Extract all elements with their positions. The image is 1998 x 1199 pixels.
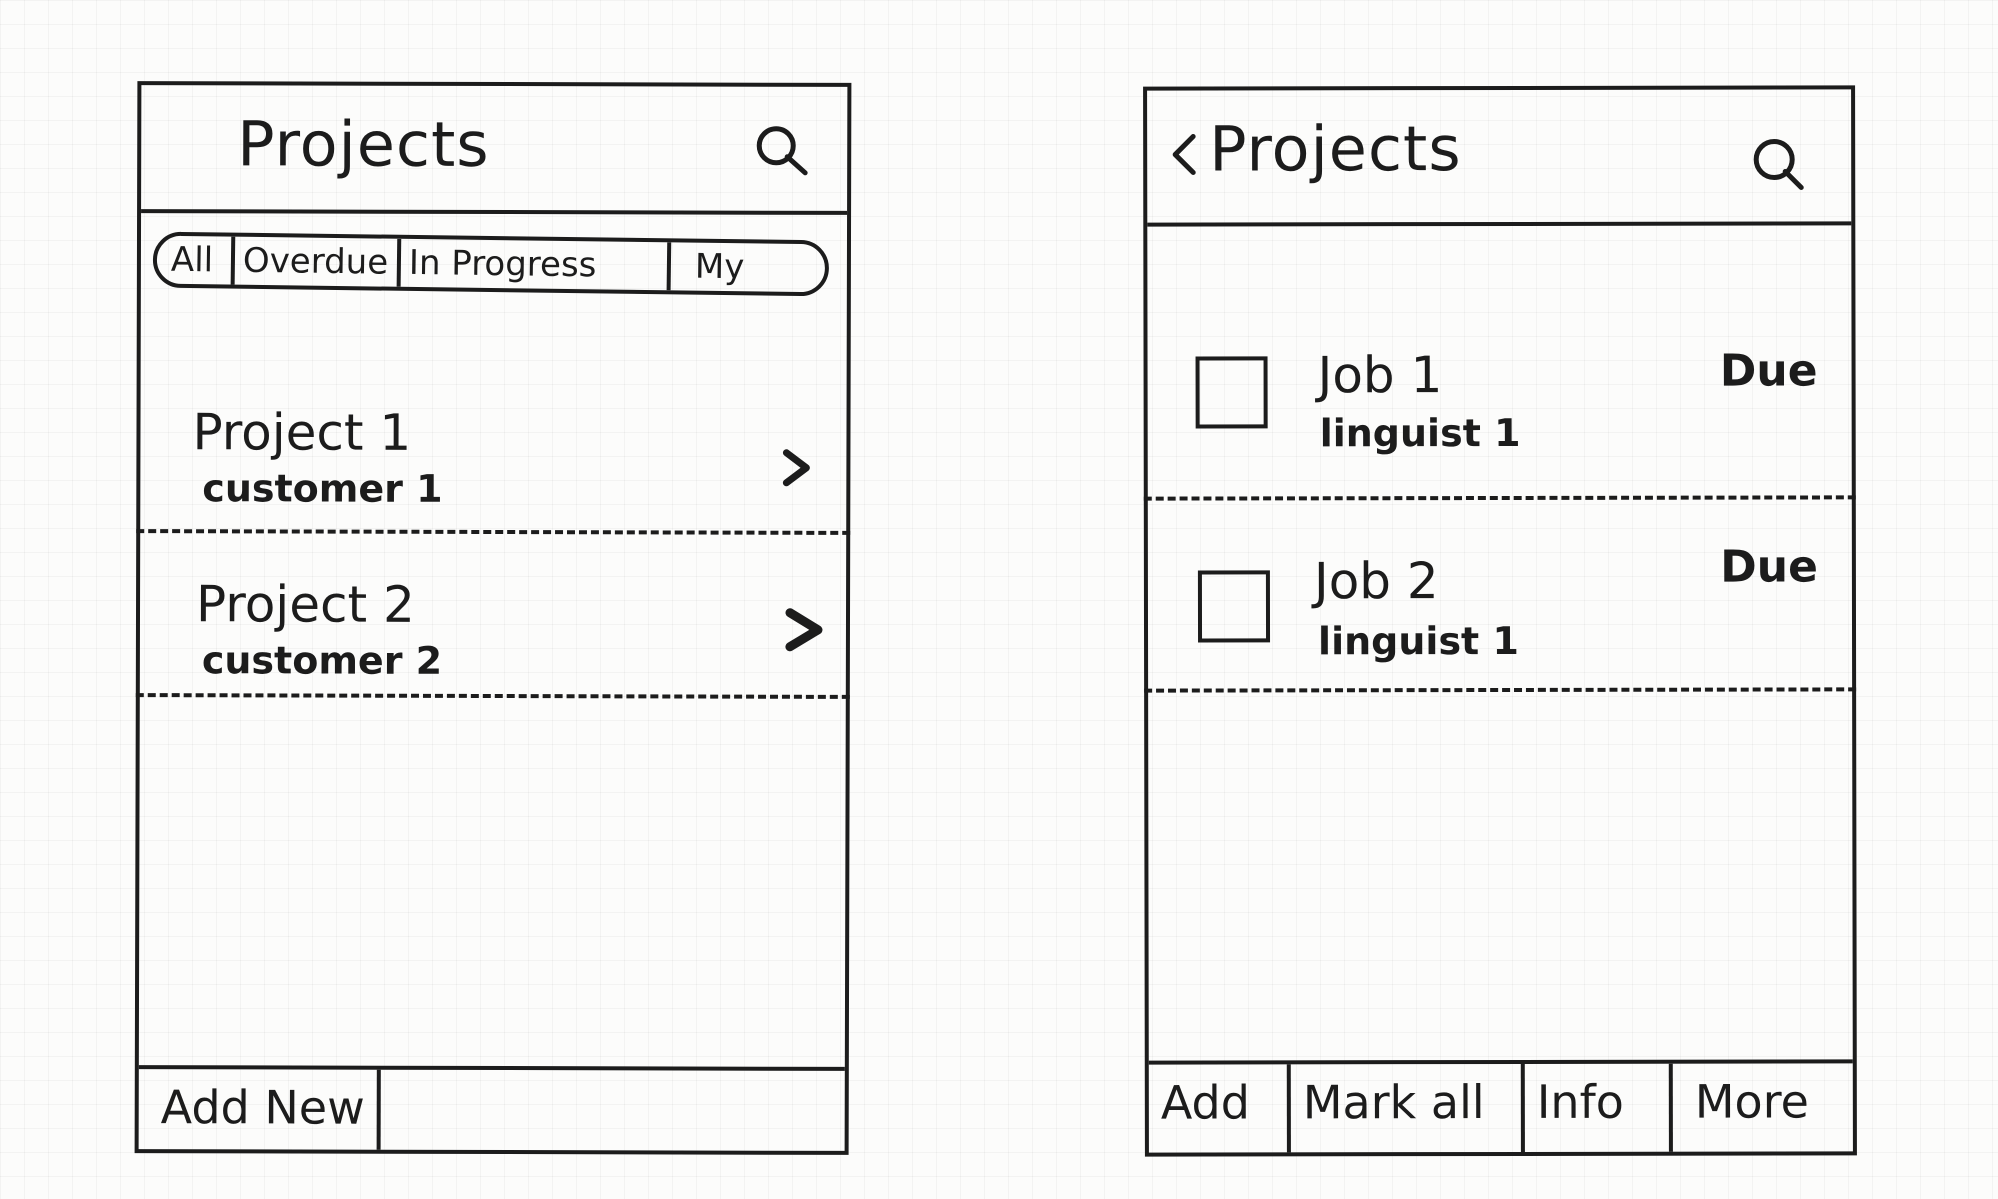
job-linguist: linguist 1 — [1319, 410, 1521, 456]
status-badge: Due — [1720, 541, 1818, 593]
project-list-item[interactable]: Project 2 customer 2 — [135, 533, 850, 699]
list-divider — [1144, 687, 1857, 693]
chevron-right-icon — [782, 449, 810, 487]
list-divider — [135, 693, 850, 699]
projects-screen: Projects All Overdue In Progress My Proj… — [134, 81, 852, 1155]
bottom-toolbar: Add Mark all Info More — [1148, 1059, 1853, 1153]
filter-overdue-tab[interactable]: Overdue — [234, 236, 402, 287]
job-list-item[interactable]: Job 2 linguist 1 Due — [1144, 503, 1857, 693]
filter-all-tab[interactable]: All — [156, 235, 236, 285]
add-new-button[interactable]: Add New — [138, 1069, 381, 1150]
job-title: Job 2 — [1313, 552, 1439, 611]
chevron-left-icon[interactable] — [1163, 125, 1203, 185]
filter-my-tab[interactable]: My — [671, 242, 753, 291]
chevron-right-icon — [785, 608, 823, 652]
job-title: Job 1 — [1317, 346, 1443, 405]
info-button[interactable]: Info — [1524, 1063, 1673, 1152]
filter-segmented-control: All Overdue In Progress My — [152, 231, 830, 297]
job-checkbox[interactable] — [1197, 570, 1271, 643]
job-linguist: linguist 1 — [1317, 618, 1519, 664]
project-customer: customer 1 — [202, 466, 443, 511]
filter-in-progress-tab[interactable]: In Progress — [400, 238, 672, 291]
back-title[interactable]: Projects — [1209, 112, 1462, 185]
job-list-item[interactable]: Job 1 linguist 1 Due — [1143, 225, 1856, 504]
bottom-toolbar: Add New — [138, 1065, 845, 1151]
job-checkbox[interactable] — [1195, 356, 1268, 429]
search-icon[interactable] — [1747, 133, 1807, 193]
project-title: Project 2 — [195, 575, 415, 634]
more-button[interactable]: More — [1673, 1063, 1821, 1151]
list-divider — [1143, 495, 1856, 501]
search-icon[interactable] — [751, 121, 811, 181]
project-title: Project 1 — [192, 403, 412, 462]
navigation-bar: Projects — [1147, 89, 1852, 227]
mark-all-button[interactable]: Mark all — [1290, 1063, 1525, 1153]
project-customer: customer 2 — [201, 638, 443, 683]
navigation-bar: Projects — [141, 85, 848, 215]
jobs-screen: Projects Job 1 linguist 1 Due Job 2 ling… — [1143, 85, 1857, 1157]
project-list-item[interactable]: Project 1 customer 1 — [136, 315, 851, 535]
add-button[interactable]: Add — [1148, 1064, 1291, 1153]
status-badge: Due — [1719, 345, 1818, 397]
page-title: Projects — [237, 107, 490, 181]
